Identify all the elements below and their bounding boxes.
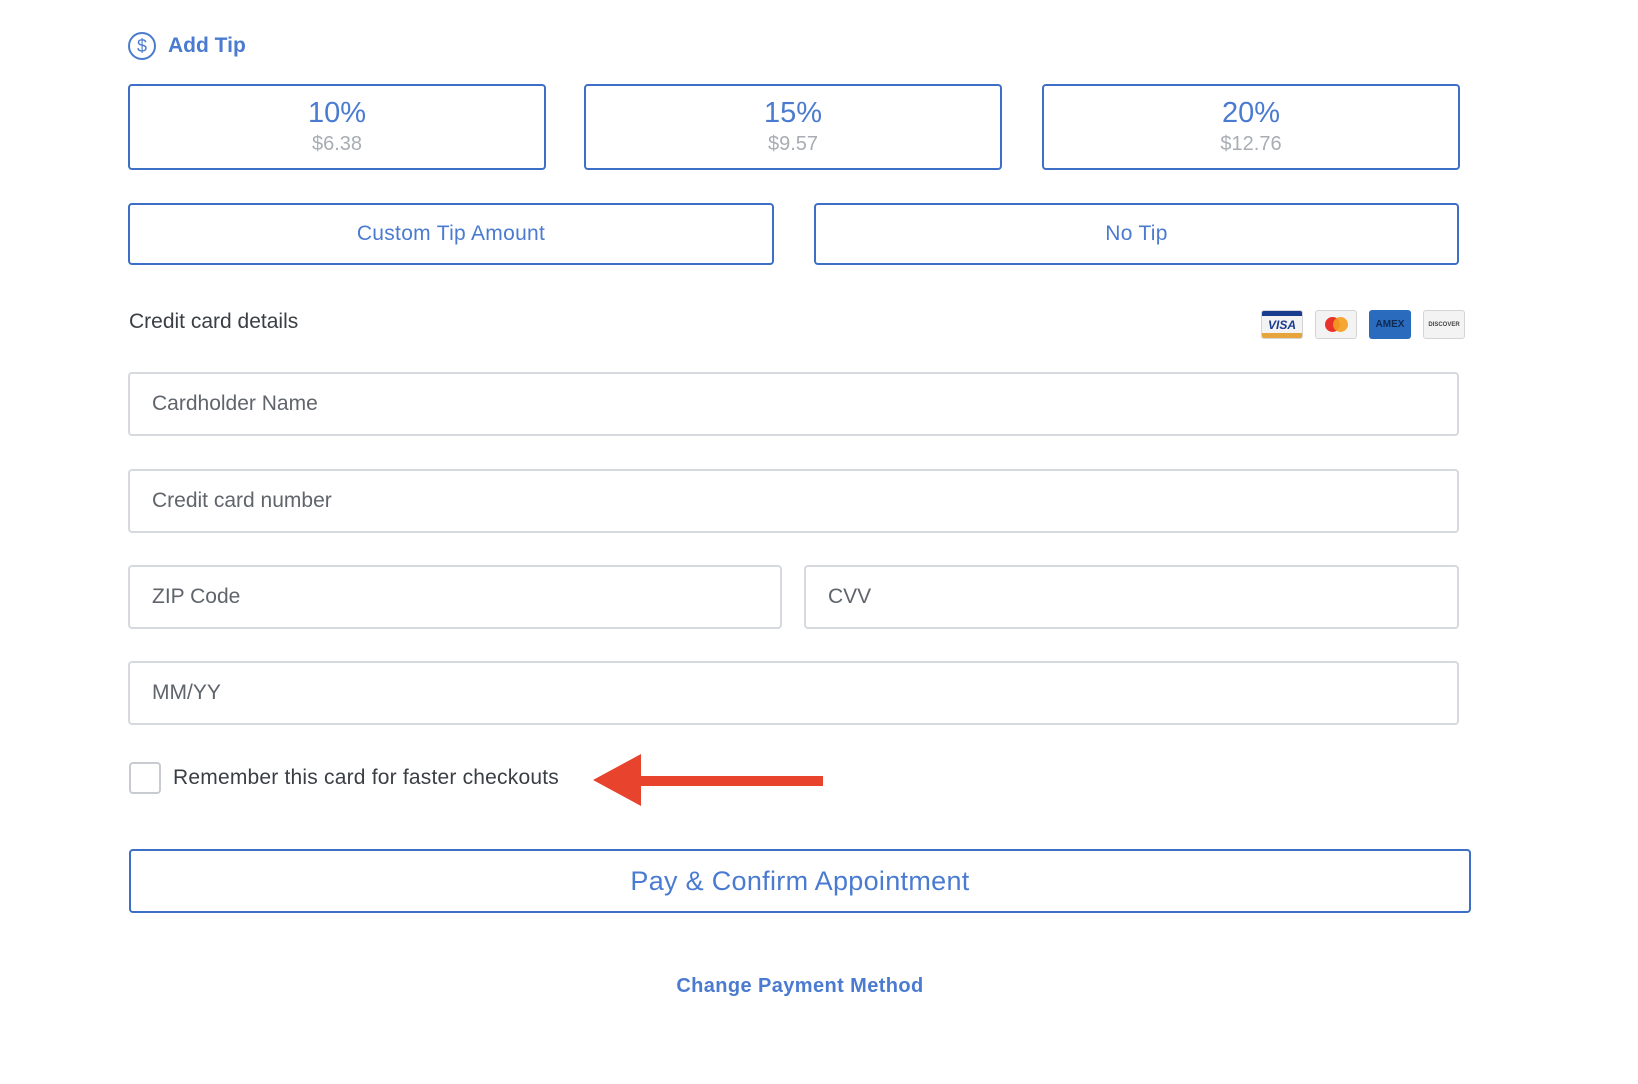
card-number-placeholder: Credit card number: [152, 489, 332, 512]
tip-percent: 15%: [763, 97, 823, 129]
remember-card-checkbox[interactable]: [129, 762, 161, 794]
zip-code-field[interactable]: ZIP Code: [128, 565, 782, 629]
visa-icon: VISA: [1261, 310, 1303, 339]
annotation-arrow-icon: [593, 754, 823, 806]
mastercard-icon: [1315, 310, 1357, 339]
custom-tip-button[interactable]: Custom Tip Amount: [128, 203, 774, 265]
accepted-cards: VISA AMEX DISCOVER: [1261, 310, 1465, 339]
cardholder-name-placeholder: Cardholder Name: [152, 392, 318, 415]
expiry-field[interactable]: MM/YY: [128, 661, 1459, 725]
cvv-field[interactable]: CVV: [804, 565, 1459, 629]
change-payment-method-link[interactable]: Change Payment Method: [0, 975, 1600, 998]
tip-amount: $6.38: [311, 133, 363, 155]
tip-percent: 20%: [1221, 97, 1281, 129]
cvv-placeholder: CVV: [828, 585, 872, 608]
expiry-placeholder: MM/YY: [152, 681, 221, 704]
discover-icon: DISCOVER: [1423, 310, 1465, 339]
tip-amount: $9.57: [767, 133, 819, 155]
zip-code-placeholder: ZIP Code: [152, 585, 241, 608]
cardholder-name-field[interactable]: Cardholder Name: [128, 372, 1459, 436]
no-tip-button[interactable]: No Tip: [814, 203, 1459, 265]
tip-option-20[interactable]: 20% $12.76: [1042, 84, 1460, 170]
tip-option-15[interactable]: 15% $9.57: [584, 84, 1002, 170]
pay-confirm-button[interactable]: Pay & Confirm Appointment: [129, 849, 1471, 913]
dollar-circle-icon: $: [128, 32, 156, 60]
tip-amount: $12.76: [1220, 133, 1282, 155]
tip-percent: 10%: [307, 97, 367, 129]
tip-option-10[interactable]: 10% $6.38: [128, 84, 546, 170]
credit-card-section-title: Credit card details: [129, 310, 299, 333]
remember-card-label: Remember this card for faster checkouts: [173, 766, 559, 789]
payment-page: $ Add Tip 10% $6.38 15% $9.57 20% $12.76…: [0, 0, 1638, 1084]
add-tip-title: Add Tip: [168, 34, 246, 57]
card-number-field[interactable]: Credit card number: [128, 469, 1459, 533]
amex-icon: AMEX: [1369, 310, 1411, 339]
add-tip-header: $ Add Tip: [128, 30, 246, 62]
